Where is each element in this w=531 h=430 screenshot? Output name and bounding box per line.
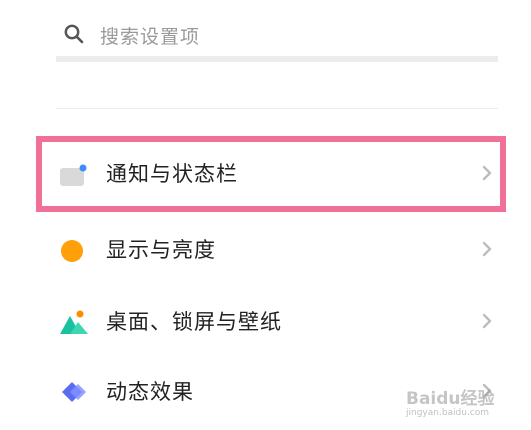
settings-item-label: 动态效果 [106, 380, 194, 404]
section-divider [56, 108, 498, 109]
settings-item-label: 显示与亮度 [106, 238, 216, 262]
settings-item-wallpaper[interactable]: 桌面、锁屏与壁纸 [0, 288, 531, 356]
chevron-right-icon [482, 313, 492, 329]
desktop-wallpaper-icon [60, 310, 88, 334]
watermark-text: Baidu经验 [406, 389, 495, 409]
settings-item-display[interactable]: 显示与亮度 [0, 216, 531, 284]
notification-statusbar-icon [60, 164, 87, 186]
baidu-watermark: Baidu经验 jingyan.baidu.com [406, 384, 510, 424]
motion-effects-icon [62, 382, 86, 402]
search-placeholder: 搜索设置项 [100, 26, 201, 48]
watermark-subtext: jingyan.baidu.com [406, 408, 490, 418]
chevron-right-icon [482, 165, 492, 181]
chevron-right-icon [482, 241, 492, 257]
settings-item-label: 桌面、锁屏与壁纸 [106, 310, 282, 334]
search-icon [64, 24, 84, 44]
display-brightness-icon [61, 240, 83, 262]
settings-item-notification[interactable]: 通知与状态栏 [0, 140, 531, 208]
search-bar[interactable]: 搜索设置项 [56, 14, 498, 62]
settings-item-label: 通知与状态栏 [106, 162, 238, 186]
